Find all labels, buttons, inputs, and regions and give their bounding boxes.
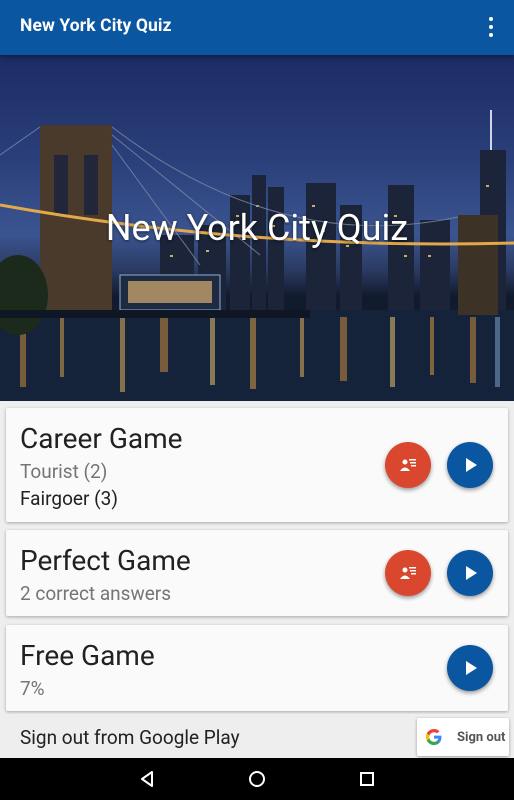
- perfect-game-title: Perfect Game: [20, 544, 191, 577]
- career-play-button[interactable]: [447, 442, 493, 488]
- perfect-game-card[interactable]: Perfect Game 2 correct answers: [6, 530, 508, 616]
- google-signout-button[interactable]: Sign out: [417, 718, 509, 756]
- career-leaderboard-button[interactable]: [385, 442, 431, 488]
- free-game-card[interactable]: Free Game 7%: [6, 625, 508, 711]
- recents-icon[interactable]: [357, 769, 377, 789]
- app-title: New York City Quiz: [20, 16, 172, 36]
- career-game-card[interactable]: Career Game Tourist (2) Fairgoer (3): [6, 408, 508, 522]
- leaderboard-icon: [400, 459, 416, 471]
- signout-label: Sign out from Google Play: [20, 726, 240, 749]
- overflow-menu-icon[interactable]: [488, 17, 494, 37]
- leaderboard-icon: [400, 567, 416, 579]
- career-game-title: Career Game: [20, 422, 183, 455]
- free-game-title: Free Game: [20, 639, 155, 672]
- home-icon[interactable]: [247, 769, 267, 789]
- career-game-next-rank: Fairgoer (3): [20, 487, 118, 510]
- perfect-leaderboard-button[interactable]: [385, 550, 431, 596]
- play-icon: [466, 566, 477, 580]
- perfect-game-score: 2 correct answers: [20, 582, 172, 605]
- free-play-button[interactable]: [447, 645, 493, 691]
- back-icon[interactable]: [137, 769, 157, 789]
- hero-title: New York City Quiz: [105, 207, 409, 249]
- play-icon: [466, 661, 477, 675]
- signout-button-label: Sign out: [457, 730, 506, 745]
- system-nav-bar: [0, 758, 514, 800]
- perfect-play-button[interactable]: [447, 550, 493, 596]
- free-game-progress: 7%: [20, 677, 45, 700]
- hero-banner: New York City Quiz: [0, 55, 514, 401]
- google-icon: [426, 729, 442, 745]
- play-icon: [466, 458, 477, 472]
- app-bar: New York City Quiz: [0, 0, 514, 55]
- career-game-rank: Tourist (2): [20, 460, 108, 483]
